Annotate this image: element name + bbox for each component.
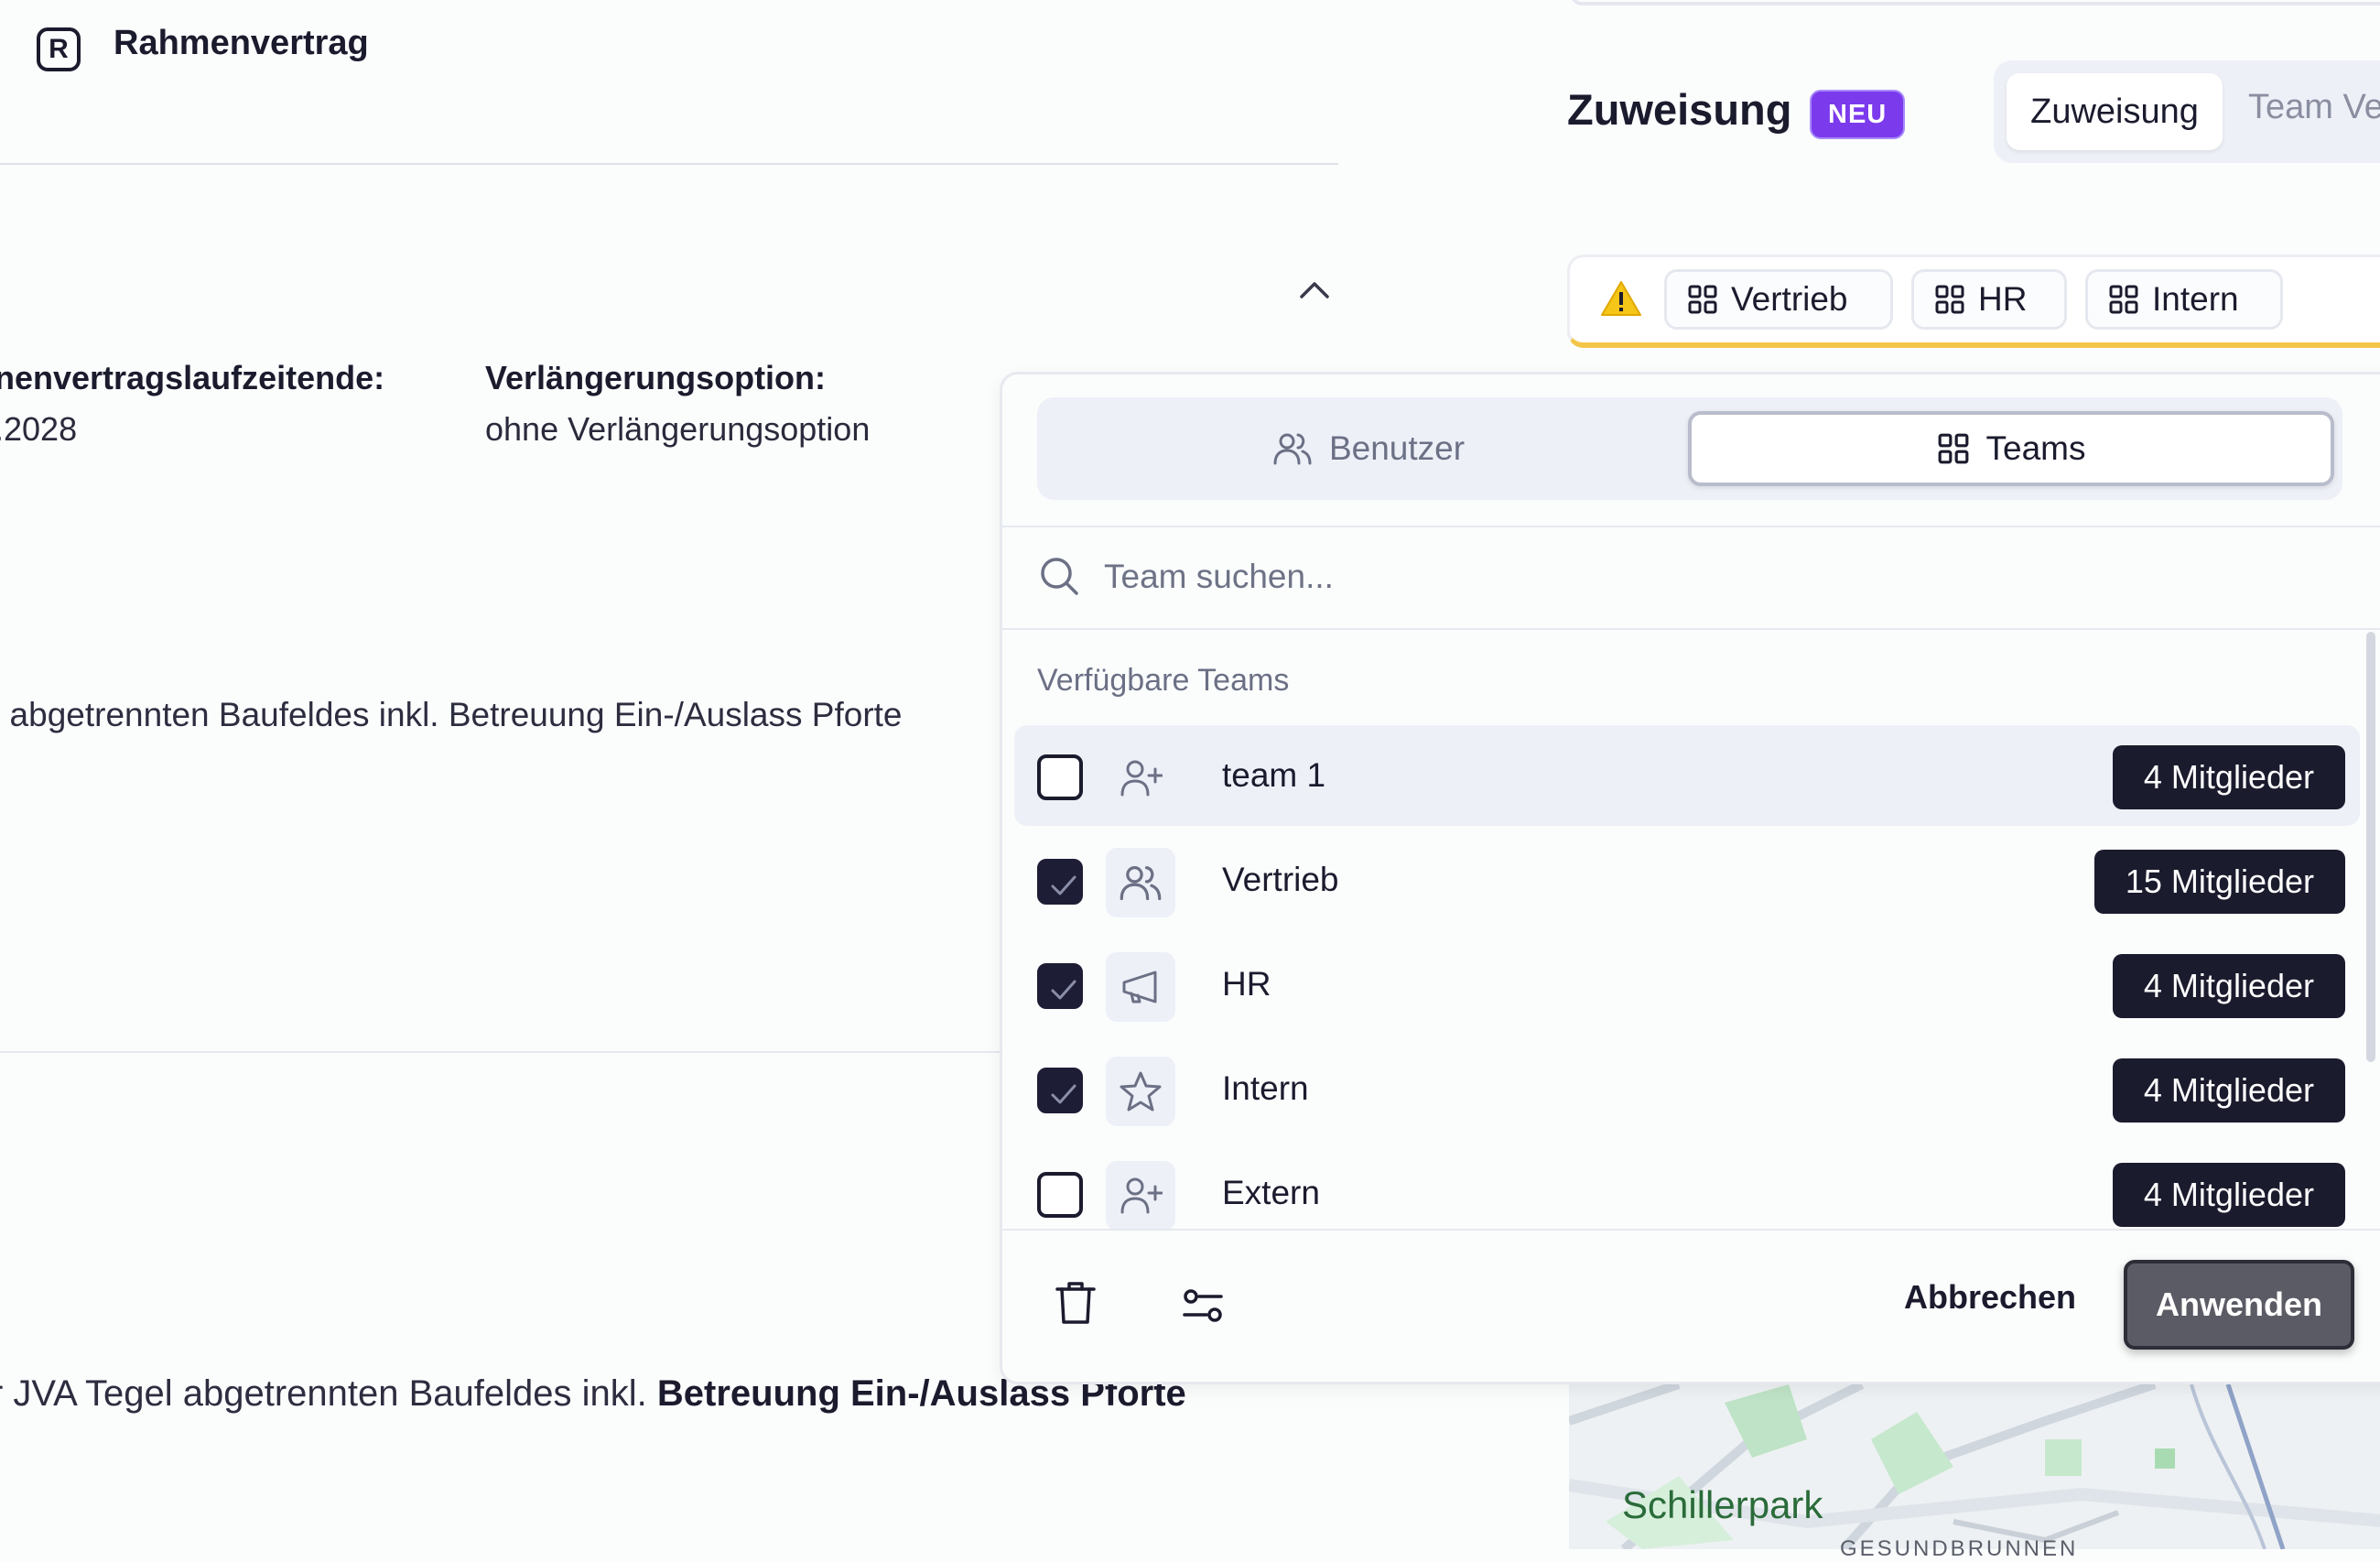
team-checkbox[interactable]: [1037, 754, 1083, 800]
section-label-available-teams: Verfügbare Teams: [1037, 663, 1290, 698]
member-count-badge: 4 Mitglieder: [2112, 1163, 2345, 1227]
team-row-vertrieb[interactable]: Vertrieb 15 Mitglieder: [1014, 830, 2360, 930]
chip-intern[interactable]: Intern: [2085, 269, 2283, 330]
user-plus-icon: [1106, 1161, 1175, 1231]
chip-label: Intern: [2152, 280, 2239, 318]
divider: [0, 163, 1338, 165]
cancel-button[interactable]: Abbrechen: [1904, 1278, 2076, 1317]
star-icon: [1106, 1057, 1175, 1126]
team-name: team 1: [1222, 756, 1326, 794]
check-icon: [1051, 980, 1076, 1000]
chip-label: HR: [1978, 280, 2028, 318]
search-icon: [1038, 555, 1080, 597]
user-plus-icon: [1106, 743, 1175, 813]
grid-icon: [1934, 284, 1965, 315]
field-label-verlaengerungsoption: Verlängerungsoption:: [485, 359, 827, 396]
check-icon: [1051, 1084, 1076, 1104]
chip-vertrieb[interactable]: Vertrieb: [1664, 269, 1893, 330]
rahmenvertrag-logo-icon: R: [37, 27, 81, 71]
segment-users-label: Benutzer: [1328, 429, 1466, 467]
segment-users[interactable]: Benutzer: [1053, 411, 1684, 486]
users-icon: [1272, 430, 1313, 467]
tab-zuweisung[interactable]: Zuweisung: [2007, 73, 2223, 150]
map-label-schillerpark: Schillerpark: [1622, 1483, 1823, 1526]
warning-icon: [1600, 280, 1642, 317]
scrollbar[interactable]: [2366, 632, 2375, 1062]
grid-icon: [1687, 284, 1718, 315]
trash-icon[interactable]: [1055, 1280, 1097, 1326]
team-checkbox-checked[interactable]: [1037, 1068, 1083, 1113]
divider: [1001, 1229, 2380, 1231]
team-row-intern[interactable]: Intern 4 Mitglieder: [1014, 1038, 2360, 1139]
field-value-laufzeitende: .2028: [0, 410, 78, 448]
field-value-verlaengerungsoption: ohne Verlängerungsoption: [485, 410, 871, 448]
filter-settings-icon[interactable]: [1181, 1285, 1225, 1326]
member-count-badge: 4 Mitglieder: [2112, 745, 2345, 809]
megaphone-icon: [1106, 952, 1175, 1022]
chevron-up-icon[interactable]: [1296, 273, 1333, 309]
check-icon: [1051, 875, 1076, 895]
new-badge: NEU: [1810, 90, 1906, 139]
description-text: . abgetrennten Baufeldes inkl. Betreuung…: [0, 696, 903, 733]
chip-hr[interactable]: HR: [1911, 269, 2067, 330]
chip-label: Vertrieb: [1731, 280, 1848, 318]
panel-edge: [1571, 0, 2380, 5]
grid-icon: [1937, 432, 1970, 465]
member-count-badge: 4 Mitglieder: [2112, 954, 2345, 1018]
team-name: Vertrieb: [1222, 861, 1339, 898]
team-row-team-1[interactable]: team 1 4 Mitglieder: [1014, 725, 2360, 826]
team-name: Intern: [1222, 1069, 1309, 1107]
tab-team-verwaltung[interactable]: Team Ve: [2248, 88, 2380, 127]
team-name: HR: [1222, 965, 1271, 1003]
team-row-hr[interactable]: HR 4 Mitglieder: [1014, 934, 2360, 1035]
grid-icon: [2108, 284, 2139, 315]
apply-button[interactable]: Anwenden: [2124, 1260, 2354, 1350]
divider: [1001, 526, 2380, 527]
field-label-laufzeitende: nenvertragslaufzeitende:: [0, 359, 385, 396]
map-label-district: GESUNDBRUNNEN: [1840, 1536, 2079, 1561]
team-search-input[interactable]: [1104, 549, 2202, 604]
team-name: Extern: [1222, 1174, 1320, 1211]
section-title: Zuweisung: [1567, 85, 1792, 134]
document-title: Rahmenvertrag: [114, 24, 369, 62]
team-checkbox-checked[interactable]: [1037, 963, 1083, 1009]
member-count-badge: 4 Mitglieder: [2112, 1058, 2345, 1123]
team-checkbox-checked[interactable]: [1037, 859, 1083, 905]
segment-teams[interactable]: Teams: [1688, 411, 2334, 486]
member-count-badge: 15 Mitglieder: [2093, 850, 2345, 914]
segment-teams-label: Teams: [1985, 429, 2086, 467]
team-checkbox[interactable]: [1037, 1172, 1083, 1218]
users-icon: [1106, 848, 1175, 917]
divider: [1001, 628, 2380, 630]
divider: [0, 1051, 1007, 1053]
